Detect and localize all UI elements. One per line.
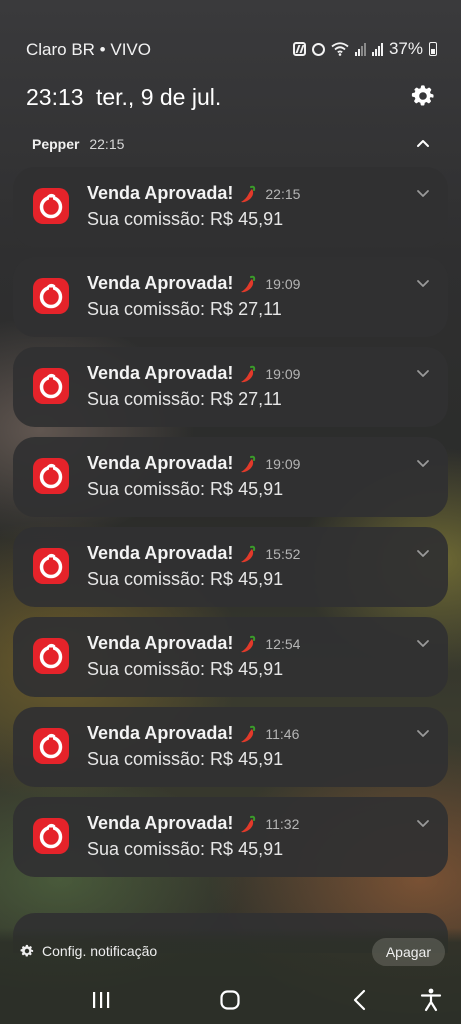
notification-group-header[interactable]: Pepper 22:15: [32, 136, 432, 156]
notification-body: Sua comissão: R$ 27,11: [87, 389, 282, 409]
pepper-app-icon: [33, 188, 69, 224]
notification-title: Venda Aprovada!: [87, 813, 234, 833]
pepper-app-icon: [33, 458, 69, 494]
group-time: 22:15: [89, 136, 125, 152]
notification-body: Sua comissão: R$ 45,91: [87, 569, 284, 589]
chevron-down-icon[interactable]: [416, 189, 430, 199]
chevron-down-icon[interactable]: [416, 459, 430, 469]
chili-pepper-icon: [241, 635, 256, 652]
chili-pepper-icon: [241, 725, 256, 742]
home-icon[interactable]: [215, 985, 245, 1015]
nfc-icon: [292, 42, 306, 56]
notification-title: Venda Aprovada!: [87, 543, 234, 563]
chevron-down-icon[interactable]: [416, 639, 430, 649]
pepper-app-icon: [33, 278, 69, 314]
notification-time: 15:52: [265, 545, 301, 562]
pepper-app-icon: [33, 638, 69, 674]
notification-title: Venda Aprovada!: [87, 183, 234, 203]
notification-card[interactable]: Venda Aprovada! 12:54 Sua comissão: R$ 4…: [13, 617, 448, 697]
battery-icon: [429, 42, 437, 56]
notification-settings-button[interactable]: Config. notificação: [20, 943, 157, 959]
pepper-app-icon: [33, 818, 69, 854]
notification-body: Sua comissão: R$ 45,91: [87, 839, 284, 859]
status-icons: 37%: [292, 39, 437, 59]
notification-time: 11:32: [265, 815, 300, 832]
notification-card[interactable]: Venda Aprovada! 19:09 Sua comissão: R$ 4…: [13, 437, 448, 517]
battery-percent: 37%: [388, 39, 423, 58]
notification-footer: Config. notificação Apagar: [0, 928, 461, 976]
notification-time: 19:09: [265, 365, 301, 382]
alarm-icon: [311, 42, 325, 56]
accessibility-icon[interactable]: [416, 985, 446, 1015]
chili-pepper-icon: [241, 365, 256, 382]
notification-card[interactable]: Venda Aprovada! 22:15 Sua comissão: R$ 4…: [13, 167, 448, 247]
carrier-label: Claro BR • VIVO: [26, 40, 151, 59]
chevron-down-icon[interactable]: [416, 369, 430, 379]
pepper-app-icon: [33, 368, 69, 404]
notification-body: Sua comissão: R$ 45,91: [87, 749, 284, 769]
signal-icon: [354, 42, 366, 56]
recent-apps-icon[interactable]: [86, 985, 116, 1015]
notification-title: Venda Aprovada!: [87, 363, 234, 383]
notification-title: Venda Aprovada!: [87, 723, 234, 743]
chevron-up-icon[interactable]: [416, 136, 430, 150]
chili-pepper-icon: [241, 815, 256, 832]
chili-pepper-icon: [241, 185, 256, 202]
notification-time: 19:09: [265, 455, 301, 472]
chevron-down-icon[interactable]: [416, 819, 430, 829]
notification-title: Venda Aprovada!: [87, 273, 234, 293]
clock-time: 23:13: [26, 84, 84, 110]
notification-title: Venda Aprovada!: [87, 633, 234, 653]
pepper-app-icon: [33, 548, 69, 584]
notification-list: Venda Aprovada! 22:15 Sua comissão: R$ 4…: [13, 167, 448, 887]
group-app-name: Pepper: [32, 136, 80, 152]
settings-gear-icon[interactable]: [411, 84, 435, 108]
notification-body: Sua comissão: R$ 45,91: [87, 659, 284, 679]
notification-body: Sua comissão: R$ 27,11: [87, 299, 282, 319]
notification-time: 12:54: [265, 635, 301, 652]
back-icon[interactable]: [345, 985, 375, 1015]
notification-card[interactable]: Venda Aprovada! 19:09 Sua comissão: R$ 2…: [13, 347, 448, 427]
notification-time: 22:15: [265, 185, 301, 202]
date-time: 23:13 ter., 9 de jul.: [26, 84, 221, 111]
notification-time: 11:46: [265, 725, 300, 742]
chevron-down-icon[interactable]: [416, 549, 430, 559]
notification-card[interactable]: Venda Aprovada! 19:09 Sua comissão: R$ 2…: [13, 257, 448, 337]
notification-body: Sua comissão: R$ 45,91: [87, 479, 284, 499]
notification-time: 19:09: [265, 275, 301, 292]
notification-card[interactable]: Venda Aprovada! 11:46 Sua comissão: R$ 4…: [13, 707, 448, 787]
chili-pepper-icon: [241, 455, 256, 472]
navigation-bar: [0, 976, 461, 1024]
chevron-down-icon[interactable]: [416, 279, 430, 289]
clear-all-button[interactable]: Apagar: [371, 938, 445, 966]
notification-settings-label: Config. notificação: [42, 943, 158, 959]
pepper-app-icon: [33, 728, 69, 764]
signal-icon: [371, 42, 383, 56]
notification-card[interactable]: Venda Aprovada! 15:52 Sua comissão: R$ 4…: [13, 527, 448, 607]
notification-title: Venda Aprovada!: [87, 453, 234, 473]
chili-pepper-icon: [241, 545, 256, 562]
date-label: ter., 9 de jul.: [95, 84, 222, 110]
gear-icon: [20, 944, 34, 957]
notification-card[interactable]: Venda Aprovada! 11:32 Sua comissão: R$ 4…: [13, 797, 448, 877]
wifi-icon: [331, 42, 349, 56]
notification-body: Sua comissão: R$ 45,91: [87, 209, 284, 229]
chili-pepper-icon: [241, 275, 256, 292]
chevron-down-icon[interactable]: [416, 729, 430, 739]
